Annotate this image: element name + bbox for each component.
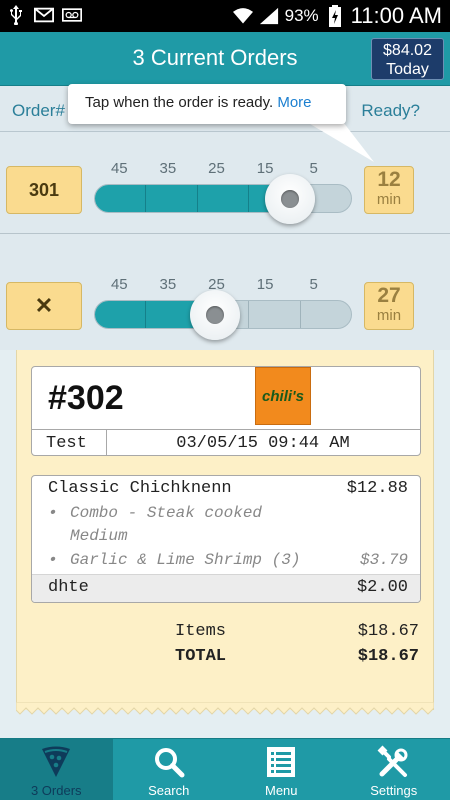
order-row: 301 45 35 25 15 5 12 min [0, 132, 450, 234]
tooltip-text: Tap when the order is ready. [85, 94, 274, 111]
fee-price: $2.00 [356, 578, 408, 597]
ready-minutes: 12 [377, 168, 401, 191]
email-icon [34, 5, 54, 25]
tab-orders-label: 3 Orders [30, 783, 82, 798]
fee-row: dhte $2.00 [32, 574, 420, 602]
bottom-nav: 3 Orders Search Menu Settings [0, 738, 450, 800]
total-label: TOTAL [175, 647, 227, 666]
usb-icon [6, 5, 26, 25]
tooltip-pointer [300, 118, 374, 162]
grand-total-row: TOTAL $18.67 [157, 647, 419, 672]
order-ticket[interactable]: #302 chili's Test 03/05/15 09:44 AM Clas… [16, 350, 434, 710]
clock: 11:00 AM [350, 3, 442, 28]
customer-name: Test [46, 434, 87, 453]
status-bar: 93% 11:00 AM [0, 0, 450, 32]
tab-menu[interactable]: Menu [225, 739, 338, 800]
item-modifier: • Garlic & Lime Shrimp (3) $3.79 [48, 551, 408, 569]
scale-label: 35 [159, 160, 177, 177]
ticket-torn-edge [16, 702, 434, 715]
ticket-header: #302 chili's Test 03/05/15 09:44 AM [31, 366, 421, 456]
tab-settings-label: Settings [370, 783, 418, 798]
items-value: $18.67 [357, 622, 419, 641]
fee-name: dhte [48, 578, 89, 597]
ready-tooltip[interactable]: Tap when the order is ready. More [68, 84, 346, 124]
search-icon [152, 745, 186, 779]
ready-minutes: 27 [377, 284, 401, 307]
scale-label: 45 [110, 160, 128, 177]
tools-icon [377, 745, 411, 779]
battery-charging-icon [325, 5, 345, 27]
item-price: $12.88 [346, 479, 408, 498]
modifier-price: $3.79 [359, 551, 408, 569]
item-modifier: • Combo - Steak cooked [48, 504, 263, 522]
list-item: Classic Chichknenn $12.88 [48, 479, 408, 498]
today-total-button[interactable]: $84.02 Today [371, 38, 444, 80]
ready-button[interactable]: 27 min [364, 282, 414, 330]
scale-label: 35 [159, 276, 177, 293]
signal-icon [259, 6, 279, 26]
modifier-text: Medium [70, 527, 128, 545]
items-total-row: Items $18.67 [157, 622, 419, 647]
scale-label: 15 [256, 276, 274, 293]
ticket-number: #302 [48, 379, 124, 417]
ready-unit: min [376, 307, 402, 324]
voicemail-icon [62, 5, 82, 25]
today-amount: $84.02 [383, 42, 432, 59]
tab-settings[interactable]: Settings [338, 739, 450, 800]
item-modifier-continued: Medium [48, 527, 408, 545]
ready-button[interactable]: 12 min [364, 166, 414, 214]
menu-list-icon [264, 745, 298, 779]
items-label: Items [175, 622, 227, 641]
scale-label: 25 [208, 160, 225, 177]
time-scale: 45 35 25 15 5 [95, 276, 352, 293]
restaurant-logo: chili's [255, 367, 311, 425]
today-label: Today [386, 61, 429, 78]
order-datetime: 03/05/15 09:44 AM [176, 434, 350, 453]
app-header: 3 Current Orders $84.02 Today [0, 32, 450, 86]
wifi-icon [232, 6, 253, 26]
order-column-header: Order# [12, 101, 65, 120]
order-number-badge[interactable]: 301 [6, 166, 82, 214]
pizza-slice-icon [39, 745, 73, 779]
time-slider-knob[interactable] [190, 290, 241, 340]
page-title: 3 Current Orders [132, 45, 298, 70]
item-name: Classic Chichknenn [48, 479, 232, 498]
tab-search-label: Search [148, 783, 190, 798]
scale-label: 5 [309, 276, 318, 293]
time-slider-knob[interactable] [265, 174, 316, 224]
tab-menu-label: Menu [264, 783, 298, 798]
close-order-badge[interactable]: ✕ [6, 282, 82, 330]
modifier-text: Combo - Steak cooked [70, 504, 263, 522]
battery-percent: 93% [284, 6, 319, 25]
tab-orders[interactable]: 3 Orders [0, 739, 113, 800]
divider [32, 429, 420, 430]
ticket-items: Classic Chichknenn $12.88 • Combo - Steak… [31, 475, 421, 603]
total-value: $18.67 [357, 647, 419, 666]
ready-unit: min [376, 191, 402, 208]
tooltip-more-link[interactable]: More [277, 94, 311, 111]
scale-label: 45 [110, 276, 128, 293]
tab-search[interactable]: Search [113, 739, 226, 800]
order-row: ✕ 45 35 25 15 5 27 min [0, 248, 450, 350]
ticket-totals: Items $18.67 TOTAL $18.67 [157, 622, 419, 672]
modifier-text: Garlic & Lime Shrimp (3) [70, 551, 301, 569]
